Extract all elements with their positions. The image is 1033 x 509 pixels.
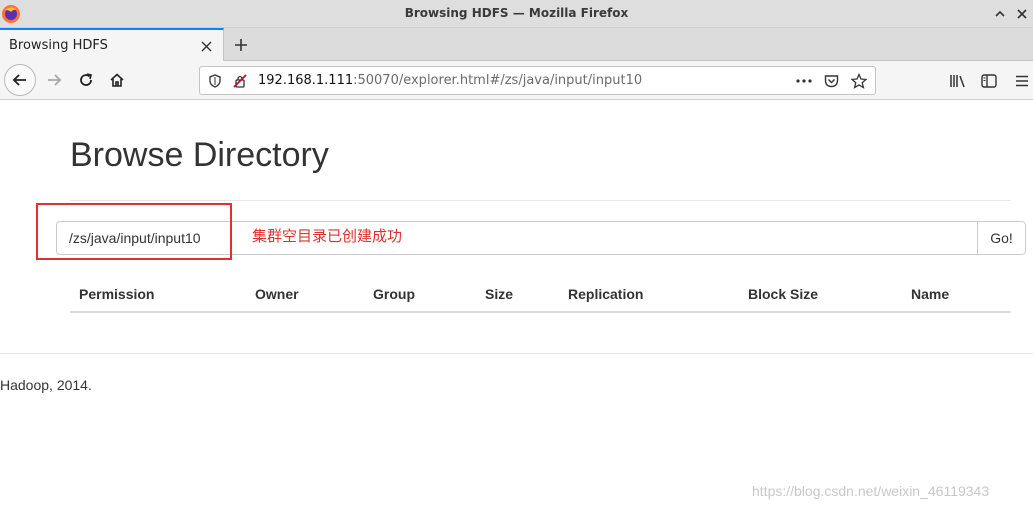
footer-text: Hadoop, 2014. — [0, 377, 92, 393]
page-title: Browse Directory — [70, 136, 329, 174]
library-icon[interactable] — [948, 71, 968, 91]
reload-icon[interactable] — [70, 64, 102, 96]
window-titlebar: Browsing HDFS — Mozilla Firefox — [0, 0, 1033, 28]
column-header-group[interactable]: Group — [373, 286, 415, 302]
window-title: Browsing HDFS — Mozilla Firefox — [404, 6, 629, 20]
column-header-replication[interactable]: Replication — [568, 286, 643, 302]
home-icon[interactable] — [101, 64, 133, 96]
pocket-icon[interactable] — [822, 72, 840, 90]
close-tab-icon[interactable] — [196, 36, 216, 56]
sidebar-icon[interactable] — [979, 71, 999, 91]
column-header-permission[interactable]: Permission — [79, 286, 154, 302]
new-tab-icon[interactable] — [229, 33, 253, 57]
url-text: 192.168.1.111:50070/explorer.html#/zs/ja… — [258, 73, 642, 88]
column-header-owner[interactable]: Owner — [255, 286, 299, 302]
tab-browsing-hdfs[interactable]: Browsing HDFS — [0, 28, 224, 61]
table-header-divider — [70, 311, 1011, 313]
nav-bar: 192.168.1.111:50070/explorer.html#/zs/ja… — [0, 61, 1033, 100]
directory-table-header: Permission Owner Group Size Replication … — [70, 283, 1011, 313]
annotation-note: 集群空目录已创建成功 — [252, 227, 403, 245]
tab-strip: Browsing HDFS — [0, 28, 1033, 61]
back-icon[interactable] — [4, 64, 36, 96]
tab-label: Browsing HDFS — [9, 38, 108, 53]
shield-icon[interactable] — [206, 72, 224, 90]
insecure-lock-icon[interactable] — [231, 72, 249, 90]
bookmark-star-icon[interactable] — [850, 72, 868, 90]
footer-divider — [0, 353, 1033, 354]
column-header-size[interactable]: Size — [485, 286, 513, 302]
page-actions-icon[interactable] — [795, 72, 813, 90]
url-bar[interactable]: 192.168.1.111:50070/explorer.html#/zs/ja… — [199, 66, 876, 95]
watermark: https://blog.csdn.net/weixin_46119343 — [752, 483, 990, 499]
column-header-name[interactable]: Name — [911, 286, 949, 302]
go-button[interactable]: Go! — [977, 221, 1026, 255]
column-header-block-size[interactable]: Block Size — [748, 286, 818, 302]
menu-icon[interactable] — [1012, 71, 1032, 91]
close-icon[interactable] — [1012, 4, 1032, 24]
url-host: 192.168.1.111 — [258, 73, 354, 88]
title-divider — [70, 200, 1011, 201]
forward-icon[interactable] — [38, 64, 70, 96]
annotation-highlight-box — [36, 203, 232, 260]
url-path: :50070/explorer.html#/zs/java/input/inpu… — [353, 73, 643, 88]
chevron-up-icon[interactable] — [990, 4, 1010, 24]
